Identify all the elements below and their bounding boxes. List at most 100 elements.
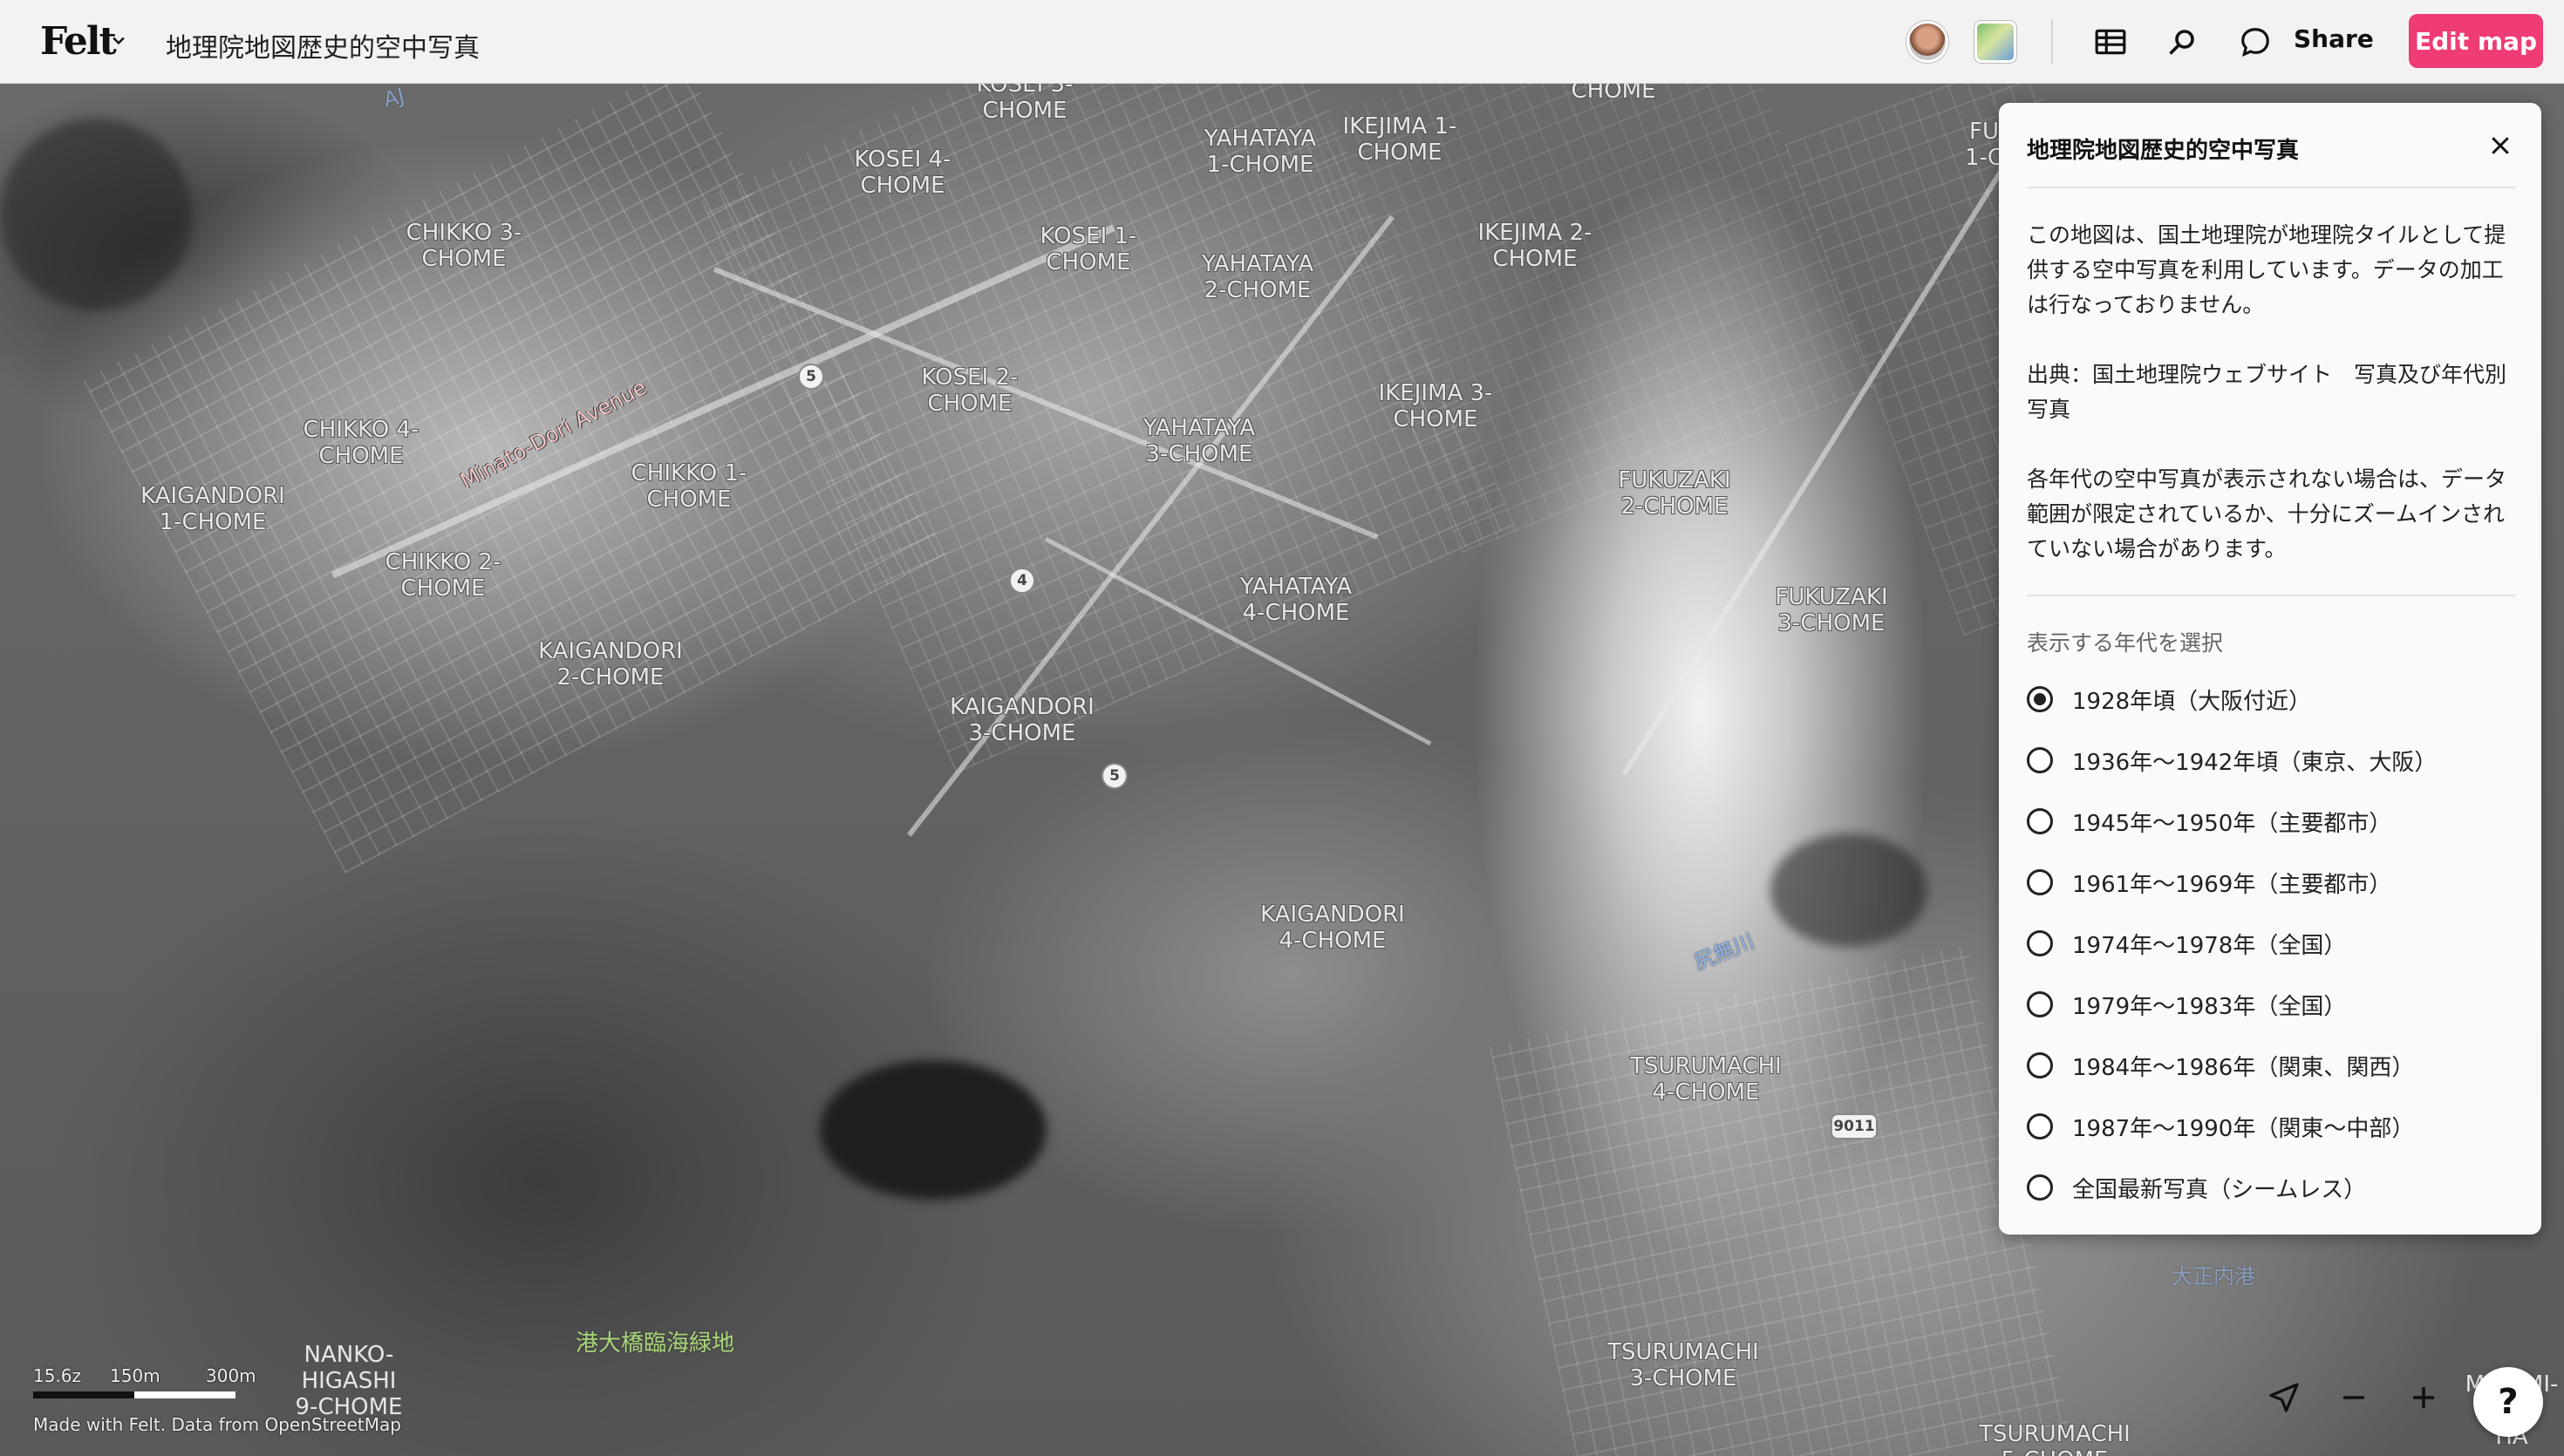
radio-unselected[interactable]	[2027, 991, 2053, 1017]
panel-divider	[2027, 187, 2515, 188]
dark-water-area	[820, 1060, 1047, 1200]
share-button[interactable]: Share	[2294, 24, 2374, 53]
edit-map-button[interactable]: Edit map	[2409, 14, 2543, 68]
edge-label-aj: AJ	[380, 84, 407, 112]
era-option-label: 1979年〜1983年（全国）	[2072, 993, 2347, 1020]
era-option[interactable]: 1961年〜1969年（主要都市）	[2027, 861, 2391, 903]
table-button[interactable]	[2093, 24, 2128, 59]
panel-title: 地理院地図歴史的空中写真	[2027, 138, 2300, 164]
area-label-fukuzaki2: FUKUZAKI 2-CHOME	[1618, 467, 1731, 520]
radio-unselected[interactable]	[2027, 1113, 2053, 1140]
close-icon[interactable]	[2487, 133, 2513, 159]
area-label-ikejima3: IKEJIMA 3- CHOME	[1378, 380, 1493, 432]
radio-unselected[interactable]	[2027, 747, 2053, 773]
scale-bar	[134, 1391, 235, 1398]
era-option-label: 1936年〜1942年頃（東京、大阪）	[2072, 749, 2438, 776]
chevron-down-icon[interactable]	[110, 31, 127, 49]
urban-block	[1489, 944, 2070, 1456]
river-label-taisho-port: 大正内港	[2172, 1264, 2255, 1289]
area-label-tsurumachi3: TSURUMACHI 3-CHOME	[1607, 1339, 1759, 1391]
felt-logo[interactable]: Felt	[40, 19, 117, 64]
era-option-label: 1987年〜1990年（関東〜中部）	[2072, 1115, 2415, 1142]
scale-bar	[33, 1391, 134, 1398]
era-option[interactable]: 1984年〜1986年（関東、関西）	[2027, 1044, 2414, 1086]
area-label-kaigandori3: KAIGANDORI 3-CHOME	[950, 694, 1094, 746]
era-option[interactable]: 1928年頃（大阪付近）	[2027, 678, 2311, 720]
era-option[interactable]: 1974年〜1978年（全国）	[2027, 922, 2346, 964]
zoom-in-icon	[2413, 1387, 2434, 1408]
area-label-kaigandori2: KAIGANDORI 2-CHOME	[538, 638, 683, 691]
era-section-label: 表示する年代を選択	[2027, 630, 2224, 656]
zoom-out-icon	[2343, 1396, 2364, 1399]
legend-panel: 地理院地図歴史的空中写真 この地図は、国土地理院が地理院タイルとして提供する空中…	[1999, 103, 2541, 1235]
panel-divider	[2027, 595, 2515, 596]
help-icon: ?	[2498, 1382, 2519, 1422]
table-icon	[2095, 29, 2126, 55]
area-label-chome-top: CHOME	[1571, 84, 1656, 104]
dark-water-area	[0, 119, 192, 310]
route-shield: 4	[1009, 568, 1035, 594]
route-shield: 5	[798, 364, 824, 390]
era-option-label: 1928年頃（大阪付近）	[2072, 688, 2312, 715]
area-label-ikejima1: IKEJIMA 1- CHOME	[1342, 113, 1457, 166]
area-label-chikko2: CHIKKO 2- CHOME	[385, 549, 501, 602]
area-label-chikko3: CHIKKO 3- CHOME	[406, 220, 522, 272]
scale-label-300m: 300m	[206, 1365, 256, 1386]
radio-unselected[interactable]	[2027, 1174, 2053, 1201]
top-bar: Felt 地理院地図歴史的空中写真 Share Edit map	[0, 0, 2564, 84]
area-label-fu-edge: FU 1-C	[1964, 119, 2004, 171]
locate-button[interactable]	[2262, 1376, 2306, 1419]
area-label-tsurumachi4: TSURUMACHI 4-CHOME	[1630, 1053, 1782, 1106]
route-shield: 5	[1101, 763, 1128, 789]
panel-source: 出典：国土地理院ウェブサイト 写真及び年代別写真	[2027, 362, 2507, 422]
radio-unselected[interactable]	[2027, 869, 2053, 895]
area-label-yahataya1: YAHATAYA 1-CHOME	[1204, 126, 1317, 178]
zoom-out-button[interactable]	[2332, 1376, 2376, 1419]
radio-selected[interactable]	[2027, 686, 2053, 712]
park-label-kohashi: 港大橋臨海緑地	[576, 1330, 735, 1357]
radio-unselected[interactable]	[2027, 930, 2053, 956]
area-label-kaigandori1: KAIGANDORI 1-CHOME	[140, 483, 285, 535]
search-icon	[2169, 30, 2194, 55]
era-option-label: 全国最新写真（シームレス）	[2072, 1176, 2367, 1203]
area-label-kosei1: KOSEI 1- CHOME	[1040, 223, 1137, 276]
comments-button[interactable]	[2238, 24, 2273, 59]
era-option-label: 1945年〜1950年（主要都市）	[2072, 810, 2392, 837]
basemap-thumbnail[interactable]	[1974, 21, 2016, 63]
comment-icon	[2241, 28, 2269, 57]
panel-description: この地図は、国土地理院が地理院タイルとして提供する空中写真を利用しています。デー…	[2027, 222, 2506, 317]
search-button[interactable]	[2165, 24, 2199, 59]
era-option[interactable]: 1945年〜1950年（主要都市）	[2027, 800, 2391, 842]
area-label-fukuzaki3: FUKUZAKI 3-CHOME	[1775, 584, 1888, 636]
locate-icon	[2269, 1383, 2299, 1412]
zoom-level: 15.6z	[33, 1365, 82, 1386]
area-label-nankohigashi9: NANKO- HIGASHI 9-CHOME	[295, 1342, 403, 1420]
zoom-in-button[interactable]	[2402, 1376, 2445, 1419]
user-avatar[interactable]	[1906, 21, 1948, 63]
area-label-chikko1: CHIKKO 1- CHOME	[631, 460, 747, 513]
dark-water-area	[1770, 833, 1927, 947]
river-label-shirinashi: 尻無川	[1690, 929, 1758, 976]
scale-label-150m: 150m	[110, 1365, 160, 1386]
area-label-kosei2: KOSEI 2- CHOME	[921, 364, 1019, 417]
radio-unselected[interactable]	[2027, 808, 2053, 834]
area-label-chikko4: CHIKKO 4- CHOME	[303, 417, 419, 469]
area-label-yahataya2: YAHATAYA 2-CHOME	[1201, 251, 1314, 303]
help-button[interactable]: ?	[2473, 1367, 2543, 1437]
area-label-kosei3: KOSEI 3- CHOME	[976, 84, 1074, 124]
area-label-ikejima2: IKEJIMA 2- CHOME	[1477, 220, 1592, 272]
era-option[interactable]: 1979年〜1983年（全国）	[2027, 983, 2346, 1025]
era-option-label: 1961年〜1969年（主要都市）	[2072, 871, 2392, 898]
map-attribution[interactable]: Made with Felt. Data from OpenStreetMap	[33, 1414, 401, 1435]
era-option[interactable]: 1987年〜1990年（関東〜中部）	[2027, 1106, 2414, 1147]
map-title[interactable]: 地理院地図歴史的空中写真	[166, 26, 480, 65]
area-label-kaigandori4: KAIGANDORI 4-CHOME	[1260, 901, 1405, 954]
area-label-kosei4: KOSEI 4- CHOME	[854, 146, 951, 199]
area-label-yahataya4: YAHATAYA 4-CHOME	[1239, 574, 1353, 626]
area-label-yahataya3: YAHATAYA 3-CHOME	[1142, 415, 1256, 467]
era-option[interactable]: 全国最新写真（シームレス）	[2027, 1167, 2366, 1208]
era-option-label: 1984年〜1986年（関東、関西）	[2072, 1054, 2415, 1081]
route-shield: 9011	[1831, 1113, 1878, 1140]
radio-unselected[interactable]	[2027, 1052, 2053, 1078]
era-option[interactable]: 1936年〜1942年頃（東京、大阪）	[2027, 739, 2437, 781]
